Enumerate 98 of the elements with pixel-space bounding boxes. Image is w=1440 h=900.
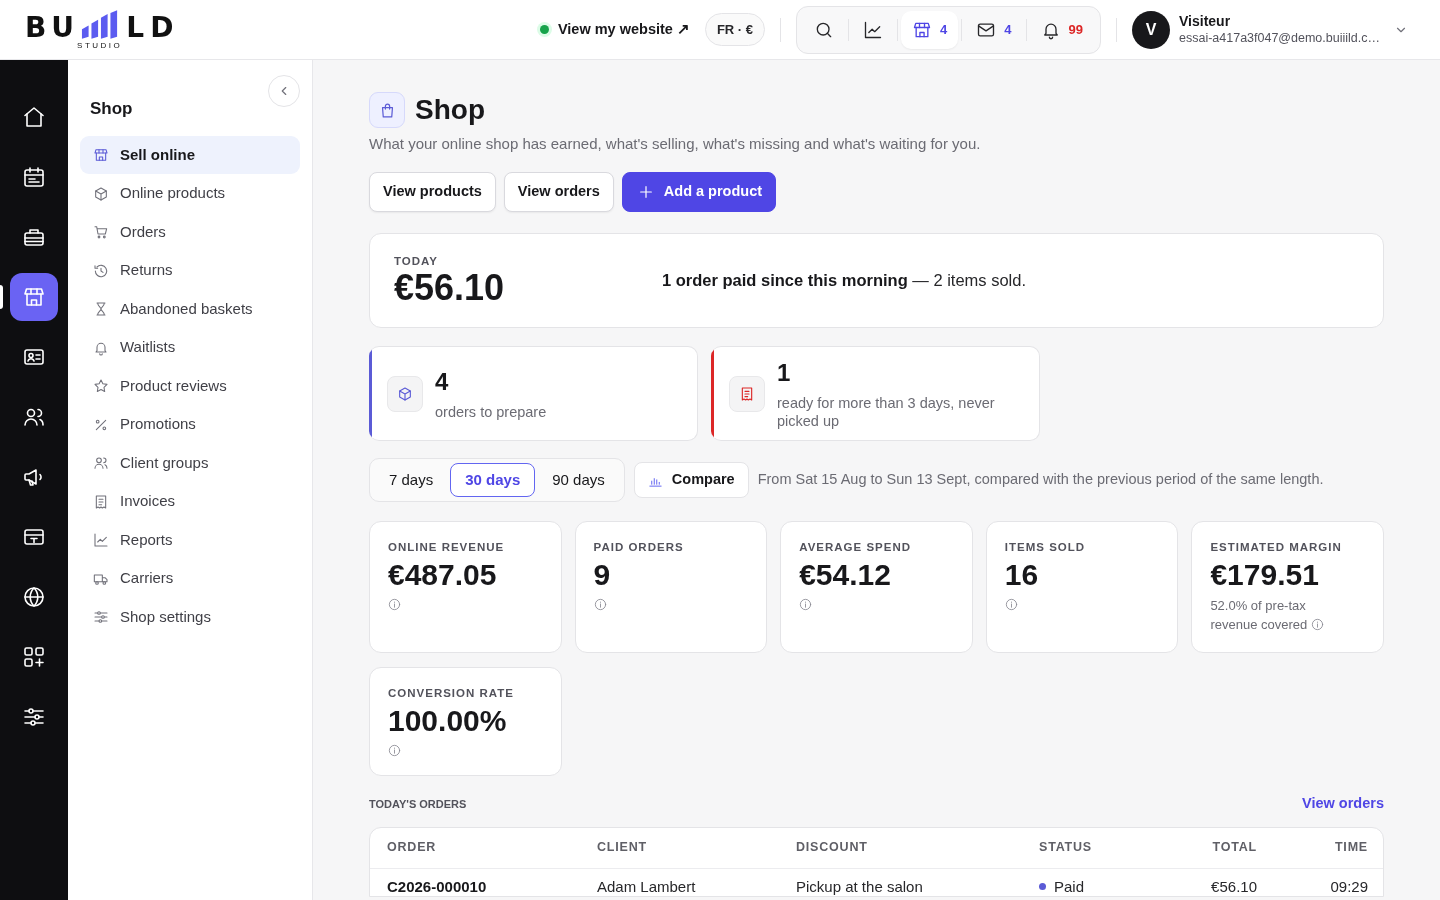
- today-summary: 1 order paid since this morning — 2 items sold.: [662, 270, 1026, 292]
- page-title: Shop: [415, 93, 485, 127]
- box-icon: [387, 375, 423, 412]
- logo-text: BU: [25, 16, 80, 39]
- user-name: Visiteur: [1179, 13, 1232, 30]
- sidebar-item[interactable]: Sell online: [80, 136, 300, 174]
- store-icon: [22, 285, 46, 309]
- column-header: TIME: [1274, 828, 1383, 868]
- status-text: Paid: [1054, 877, 1085, 895]
- line-chart-icon: [863, 19, 884, 40]
- table-cell: Adam Lambert: [580, 868, 779, 896]
- sidebar-item[interactable]: Returns: [80, 251, 300, 290]
- alert-count: 1: [777, 357, 791, 388]
- logo-tagline: STUDIO: [77, 40, 123, 50]
- period-description: From Sat 15 Aug to Sun 13 Sept, compared with the previous period of the same length.: [757, 470, 1324, 490]
- column-header: TOTAL: [1151, 828, 1274, 868]
- kpi-label: ESTIMATED MARGIN: [1210, 540, 1343, 554]
- home-icon: [22, 105, 46, 129]
- avatar: V: [1132, 10, 1170, 49]
- receipt-icon: [93, 493, 109, 510]
- kpi-label: CONVERSION RATE: [388, 686, 515, 700]
- kpi-label: AVERAGE SPEND: [799, 540, 913, 554]
- kpi-value: 9: [593, 558, 611, 592]
- action-button[interactable]: View products: [369, 172, 496, 212]
- logo-text: LD: [126, 16, 180, 39]
- store-button[interactable]: [10, 273, 58, 321]
- view-orders-link[interactable]: View orders: [1302, 793, 1384, 815]
- shopping-bag-icon: [369, 92, 405, 128]
- kpi-note: 52.0% of pre-tax revenue covered: [1210, 598, 1308, 632]
- info-icon: [388, 598, 401, 611]
- users-icon: [93, 455, 109, 471]
- alert-text: ready for more than 3 days, never picked up: [777, 393, 996, 430]
- kpi-value: €179.51: [1210, 558, 1319, 592]
- kpi-value: 16: [1004, 558, 1039, 592]
- sidebar-item[interactable]: Client groups: [80, 444, 300, 482]
- table-cell: 09:29: [1274, 868, 1383, 896]
- action-button[interactable]: View orders: [503, 172, 614, 212]
- info-icon: [1004, 598, 1018, 611]
- sidebar-item[interactable]: Invoices: [80, 482, 300, 521]
- sidebar-title: Shop: [90, 98, 133, 120]
- period-tab[interactable]: 30 days: [450, 463, 536, 497]
- info-icon: [593, 598, 607, 611]
- sidebar-item[interactable]: Reports: [80, 521, 300, 559]
- box-icon: [93, 185, 109, 202]
- kpi-label: PAID ORDERS: [593, 540, 685, 554]
- sidebar-item[interactable]: Orders: [80, 213, 300, 251]
- kpi-label: ONLINE REVENUE: [388, 540, 506, 554]
- sidebar-item[interactable]: Waitlists: [80, 328, 300, 367]
- column-header: DISCOUNT: [779, 828, 1022, 868]
- sidebar-item[interactable]: Carriers: [80, 559, 300, 598]
- today-label: TODAY: [394, 253, 439, 268]
- kpi-value: 100.00%: [388, 704, 507, 738]
- today-revenue: €56.10: [394, 267, 506, 308]
- selection-bar-icon: [0, 285, 3, 309]
- info-icon: [1311, 618, 1325, 631]
- compare-button[interactable]: Compare: [633, 462, 749, 498]
- sliders-icon: [22, 705, 46, 729]
- column-header: ORDER: [370, 828, 580, 868]
- sidebar-item[interactable]: Promotions: [80, 405, 300, 444]
- shop-button[interactable]: 4: [901, 10, 959, 49]
- action-button[interactable]: Add a product: [621, 172, 777, 212]
- sidebar-item[interactable]: Shop settings: [80, 598, 300, 636]
- column-header: STATUS: [1022, 828, 1151, 868]
- column-header: CLIENT: [580, 828, 779, 868]
- receipt-icon: [729, 375, 765, 412]
- cart-icon: [93, 224, 109, 240]
- kpi-label: ITEMS SOLD: [1004, 540, 1087, 554]
- notifications-button[interactable]: 99: [1029, 10, 1094, 49]
- sidebar-item[interactable]: Product reviews: [80, 367, 300, 405]
- calendar-icon: [22, 165, 46, 189]
- store-icon: [93, 147, 109, 163]
- locale-button[interactable]: FR · €: [704, 12, 766, 47]
- table-cell: €56.10: [1151, 868, 1274, 896]
- alert-count: 4: [435, 366, 449, 397]
- sliders-icon: [93, 609, 109, 625]
- sidebar-item[interactable]: Abandoned baskets: [80, 290, 300, 328]
- kpi-value: €487.05: [388, 558, 497, 592]
- section-title: TODAY'S ORDERS: [369, 796, 467, 812]
- table-cell: Pickup at the salon: [779, 868, 1022, 896]
- period-tab[interactable]: 90 days: [537, 463, 620, 497]
- alert-text: orders to prepare: [435, 402, 547, 421]
- sidebar-item[interactable]: Online products: [80, 174, 300, 213]
- info-icon: [388, 744, 401, 757]
- messages-button[interactable]: 4: [965, 10, 1023, 49]
- globe-icon: [22, 585, 46, 609]
- apps-plus-icon: [22, 645, 46, 669]
- user-email: essai-a417a3f047@demo.buiiild.c…: [1179, 30, 1380, 46]
- plus-icon: [637, 184, 654, 200]
- page-subtitle: What your online shop has earned, what's selling, what's missing and what's waiting for you.: [369, 134, 981, 154]
- info-icon: [799, 598, 813, 611]
- period-tab[interactable]: 7 days: [374, 463, 449, 497]
- kpi-value: €54.12: [799, 558, 891, 592]
- view-website-link[interactable]: View my website ↗: [539, 18, 690, 41]
- table-cell: C2026-000010: [370, 868, 580, 896]
- bar-chart-logo-icon: [80, 9, 119, 39]
- history-icon: [93, 262, 109, 279]
- line-chart-icon: [93, 532, 109, 548]
- star-icon: [93, 378, 109, 394]
